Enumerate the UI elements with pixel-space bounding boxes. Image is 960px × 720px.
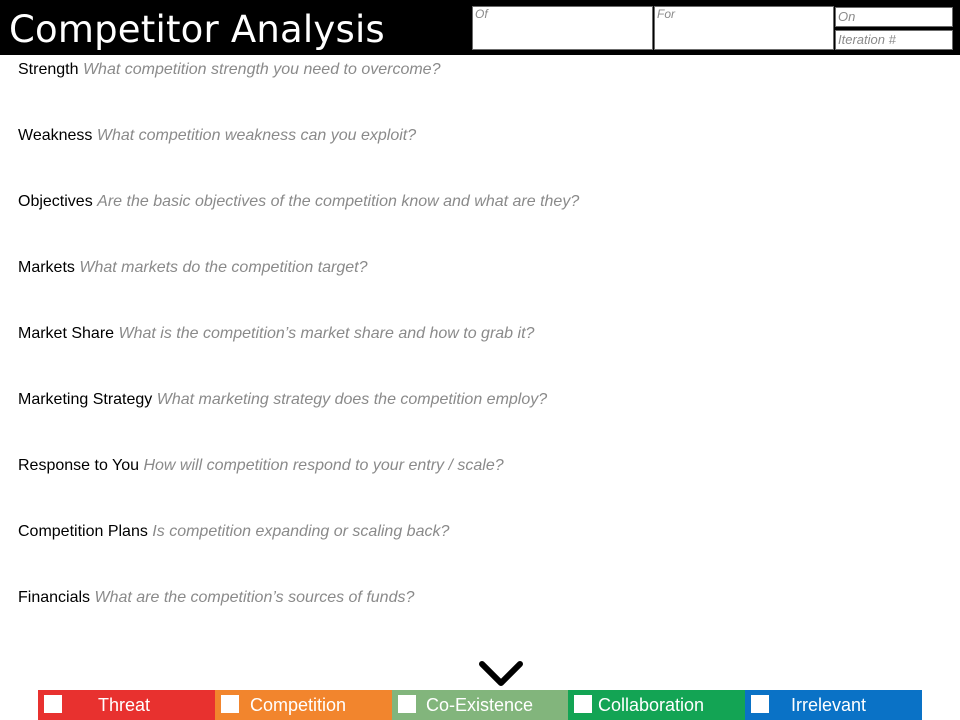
- prompt-label: Markets: [18, 259, 75, 276]
- classification-competition[interactable]: Competition: [215, 690, 392, 720]
- on-field-label: On: [838, 9, 856, 24]
- checkbox[interactable]: [751, 695, 769, 713]
- chevron-down-icon: [479, 661, 523, 686]
- prompt-label: Response to You: [18, 457, 139, 474]
- checkbox[interactable]: [574, 695, 592, 713]
- prompt-marketing-strategy[interactable]: Marketing Strategy What marketing strate…: [18, 390, 547, 410]
- prompt-hint: Is competition expanding or scaling back…: [152, 523, 450, 540]
- prompt-label: Competition Plans: [18, 523, 148, 540]
- prompt-financials[interactable]: Financials What are the competition’s so…: [18, 588, 414, 608]
- for-field-label: For: [657, 7, 675, 21]
- classification-label: Threat: [98, 695, 151, 715]
- prompt-response-to-you[interactable]: Response to You How will competition res…: [18, 456, 504, 476]
- prompt-competition-plans[interactable]: Competition Plans Is competition expandi…: [18, 522, 449, 542]
- prompt-label: Strength: [18, 61, 79, 78]
- prompt-hint: What competition strength you need to ov…: [82, 61, 441, 78]
- prompt-objectives[interactable]: Objectives Are the basic objectives of t…: [18, 192, 579, 212]
- classification-irrelevant[interactable]: Irrelevant: [745, 690, 922, 720]
- prompt-label: Financials: [18, 589, 91, 606]
- prompt-hint: What competition weakness can you exploi…: [96, 127, 417, 144]
- prompt-hint: Are the basic objectives of the competit…: [97, 193, 580, 210]
- prompt-strength[interactable]: Strength What competition strength you n…: [18, 60, 440, 80]
- of-field[interactable]: Of: [472, 6, 653, 50]
- classification-label: Competition: [250, 695, 347, 715]
- prompt-hint: How will competition respond to your ent…: [143, 457, 504, 474]
- checkbox[interactable]: [44, 695, 62, 713]
- classification-collaboration[interactable]: Collaboration: [568, 690, 745, 720]
- for-field[interactable]: For: [654, 6, 834, 50]
- prompt-hint: What are the competition’s sources of fu…: [94, 589, 415, 606]
- classification-threat[interactable]: Threat: [38, 690, 215, 720]
- classification-label: Collaboration: [598, 695, 705, 715]
- prompt-label: Objectives: [18, 193, 93, 210]
- prompt-hint: What marketing strategy does the competi…: [156, 391, 548, 408]
- classification-co-existence[interactable]: Co-Existence: [392, 690, 568, 720]
- page-title: Competitor Analysis: [9, 8, 385, 51]
- classification-bar: Threat Competition Co-Existence Collabor…: [38, 690, 922, 720]
- on-field[interactable]: On: [835, 7, 953, 27]
- iteration-field[interactable]: Iteration #: [835, 30, 953, 50]
- prompt-market-share[interactable]: Market Share What is the competition’s m…: [18, 324, 534, 344]
- checkbox[interactable]: [221, 695, 239, 713]
- of-field-label: Of: [475, 7, 488, 21]
- header-bar: Competitor Analysis Of For On Iteration …: [0, 0, 960, 55]
- prompt-label: Weakness: [18, 127, 93, 144]
- classification-label: Irrelevant: [791, 695, 867, 715]
- classification-label: Co-Existence: [426, 695, 534, 715]
- prompt-hint: What is the competition’s market share a…: [118, 325, 535, 342]
- checkbox[interactable]: [398, 695, 416, 713]
- prompt-label: Marketing Strategy: [18, 391, 153, 408]
- iteration-field-label: Iteration #: [838, 32, 896, 47]
- prompt-label: Market Share: [18, 325, 115, 342]
- prompt-markets[interactable]: Markets What markets do the competition …: [18, 258, 368, 278]
- prompt-weakness[interactable]: Weakness What competition weakness can y…: [18, 126, 416, 146]
- prompt-hint: What markets do the competition target?: [79, 259, 368, 276]
